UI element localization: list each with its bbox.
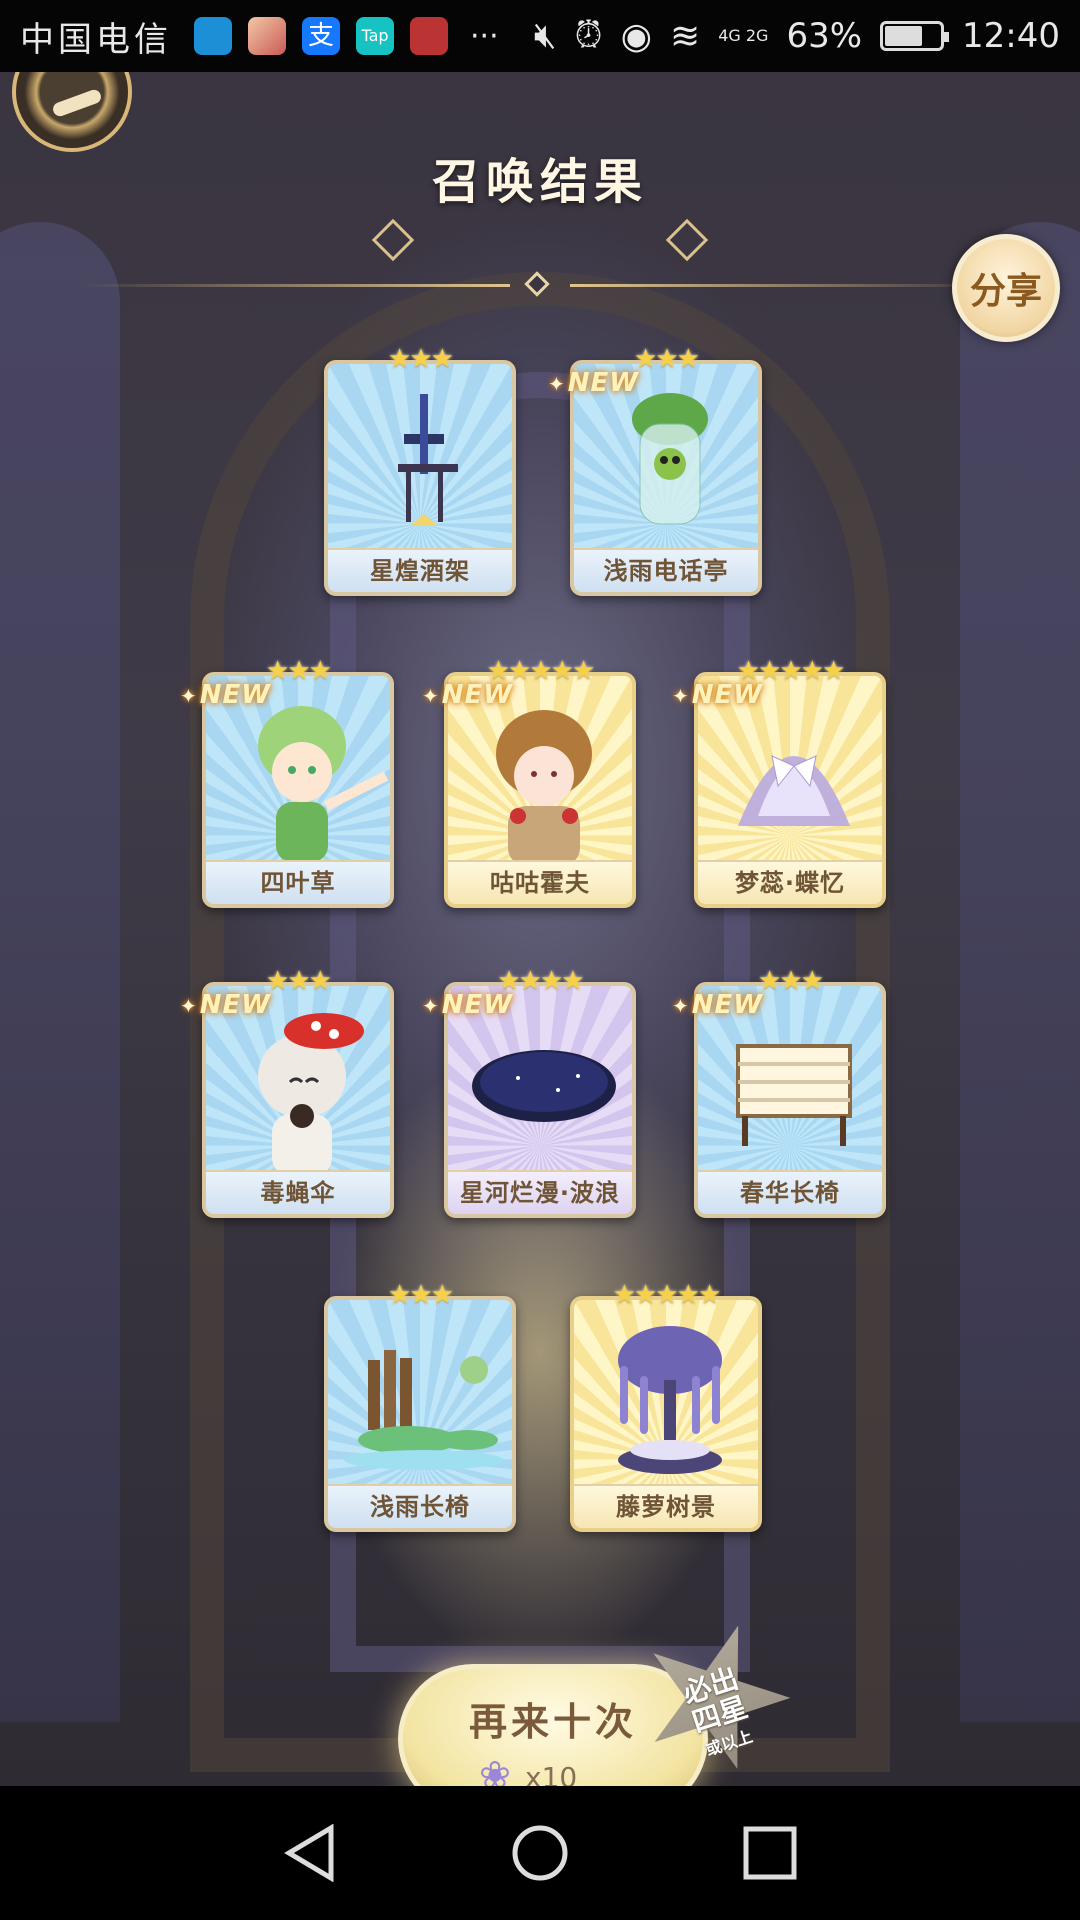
result-card[interactable]: 梦蕊·蝶忆★★★★★NEW (692, 656, 886, 908)
more-notifications-icon: ··· (470, 18, 499, 54)
item-artwork (618, 1326, 722, 1474)
result-card[interactable]: 浅雨电话亭★★★NEW (568, 344, 762, 596)
back-button[interactable] (12, 72, 132, 152)
new-badge: NEW (422, 990, 513, 1020)
card-item-name: 星煌酒架 (328, 548, 512, 592)
card-frame: 藤萝树景 (570, 1296, 762, 1532)
result-card[interactable]: 毒蝇伞★★★NEW (200, 966, 394, 1218)
card-item-name: 咕咕霍夫 (448, 860, 632, 904)
alipay-icon: 支 (302, 17, 340, 55)
system-nav-bar (0, 1786, 1080, 1920)
battery-icon (880, 21, 950, 51)
card-frame: 星煌酒架 (324, 360, 516, 596)
wifi-icon: ≋ (670, 15, 701, 57)
battery-percent: 63% (786, 16, 863, 56)
taptap-icon: Tap (356, 17, 394, 55)
result-card[interactable]: 春华长椅★★★NEW (692, 966, 886, 1218)
back-arrow-icon (51, 87, 103, 119)
title-area: 召唤结果 (0, 142, 1080, 302)
title-ornament-right-icon (665, 218, 709, 262)
notification-app-icon (410, 17, 448, 55)
new-badge: NEW (672, 680, 763, 710)
rarity-stars: ★★★★★ (612, 1280, 722, 1310)
network-indicator: 4G 2G (718, 26, 769, 45)
nav-recents-icon (743, 1826, 797, 1880)
card-item-name: 星河烂漫·波浪 (448, 1170, 632, 1214)
battery-fill (885, 26, 922, 46)
title-ornament-left-icon (371, 218, 415, 262)
carrier-name: 中国电信 (20, 19, 172, 60)
clock: 12:40 (962, 16, 1060, 56)
card-item-name: 浅雨长椅 (328, 1484, 512, 1528)
result-card[interactable]: 星煌酒架 ★★★ (324, 344, 516, 596)
status-bar: 中国电信 支 Tap ··· 🔇︎ ⏰︎ ◉ ≋ 4G 2G 63% 12:40 (0, 0, 1080, 72)
nav-recents-button[interactable] (740, 1823, 800, 1883)
card-item-name: 春华长椅 (698, 1170, 882, 1214)
new-badge: NEW (422, 680, 513, 710)
card-item-name: 梦蕊·蝶忆 (698, 860, 882, 904)
nav-home-icon (512, 1825, 568, 1881)
result-card[interactable]: 藤萝树景 ★★★★★ (570, 1280, 762, 1532)
title-divider-gem-icon (524, 271, 550, 297)
summon-result-screen: 召唤结果 分享 星煌酒架★★★浅雨电话亭★★★NEW四叶草★★★NEW咕咕霍夫★… (0, 72, 1080, 1786)
new-badge: NEW (180, 680, 271, 710)
rarity-stars: ★★★ (388, 344, 454, 374)
nav-back-icon (284, 1824, 334, 1882)
share-button[interactable]: 分享 (952, 234, 1060, 342)
game-app-icon (248, 17, 286, 55)
card-item-name: 藤萝树景 (574, 1484, 758, 1528)
title-divider-left (80, 284, 510, 287)
item-artwork (344, 1350, 504, 1470)
new-badge: NEW (180, 990, 271, 1020)
nav-back-button[interactable] (280, 1823, 340, 1883)
card-item-name: 四叶草 (206, 860, 390, 904)
new-badge: NEW (548, 368, 639, 398)
nav-home-button[interactable] (510, 1823, 570, 1883)
page-title: 召唤结果 (431, 154, 648, 210)
alarm-icon: ⏰︎ (574, 15, 603, 56)
health-app-icon (194, 17, 232, 55)
item-artwork (398, 394, 458, 526)
card-frame: 浅雨长椅 (324, 1296, 516, 1532)
card-item-name: 毒蝇伞 (206, 1170, 390, 1214)
result-card[interactable]: 星河烂漫·波浪★★★★NEW (442, 966, 636, 1218)
background-pillar-right (960, 222, 1080, 1722)
result-card[interactable]: 浅雨长椅 ★★★ (324, 1280, 516, 1532)
new-badge: NEW (672, 990, 763, 1020)
result-card[interactable]: 四叶草★★★NEW (200, 656, 394, 908)
summon-cost: x10 (525, 1761, 578, 1786)
mute-icon: 🔇︎ (533, 15, 557, 56)
card-item-name: 浅雨电话亭 (574, 548, 758, 592)
result-card[interactable]: 咕咕霍夫★★★★★NEW (442, 656, 636, 908)
title-divider-right (570, 284, 1000, 287)
eye-comfort-icon: ◉ (620, 15, 653, 57)
lily-currency-icon: ❀ (479, 1753, 511, 1786)
rarity-stars: ★★★ (388, 1280, 454, 1310)
background-pillar-left (0, 222, 120, 1722)
